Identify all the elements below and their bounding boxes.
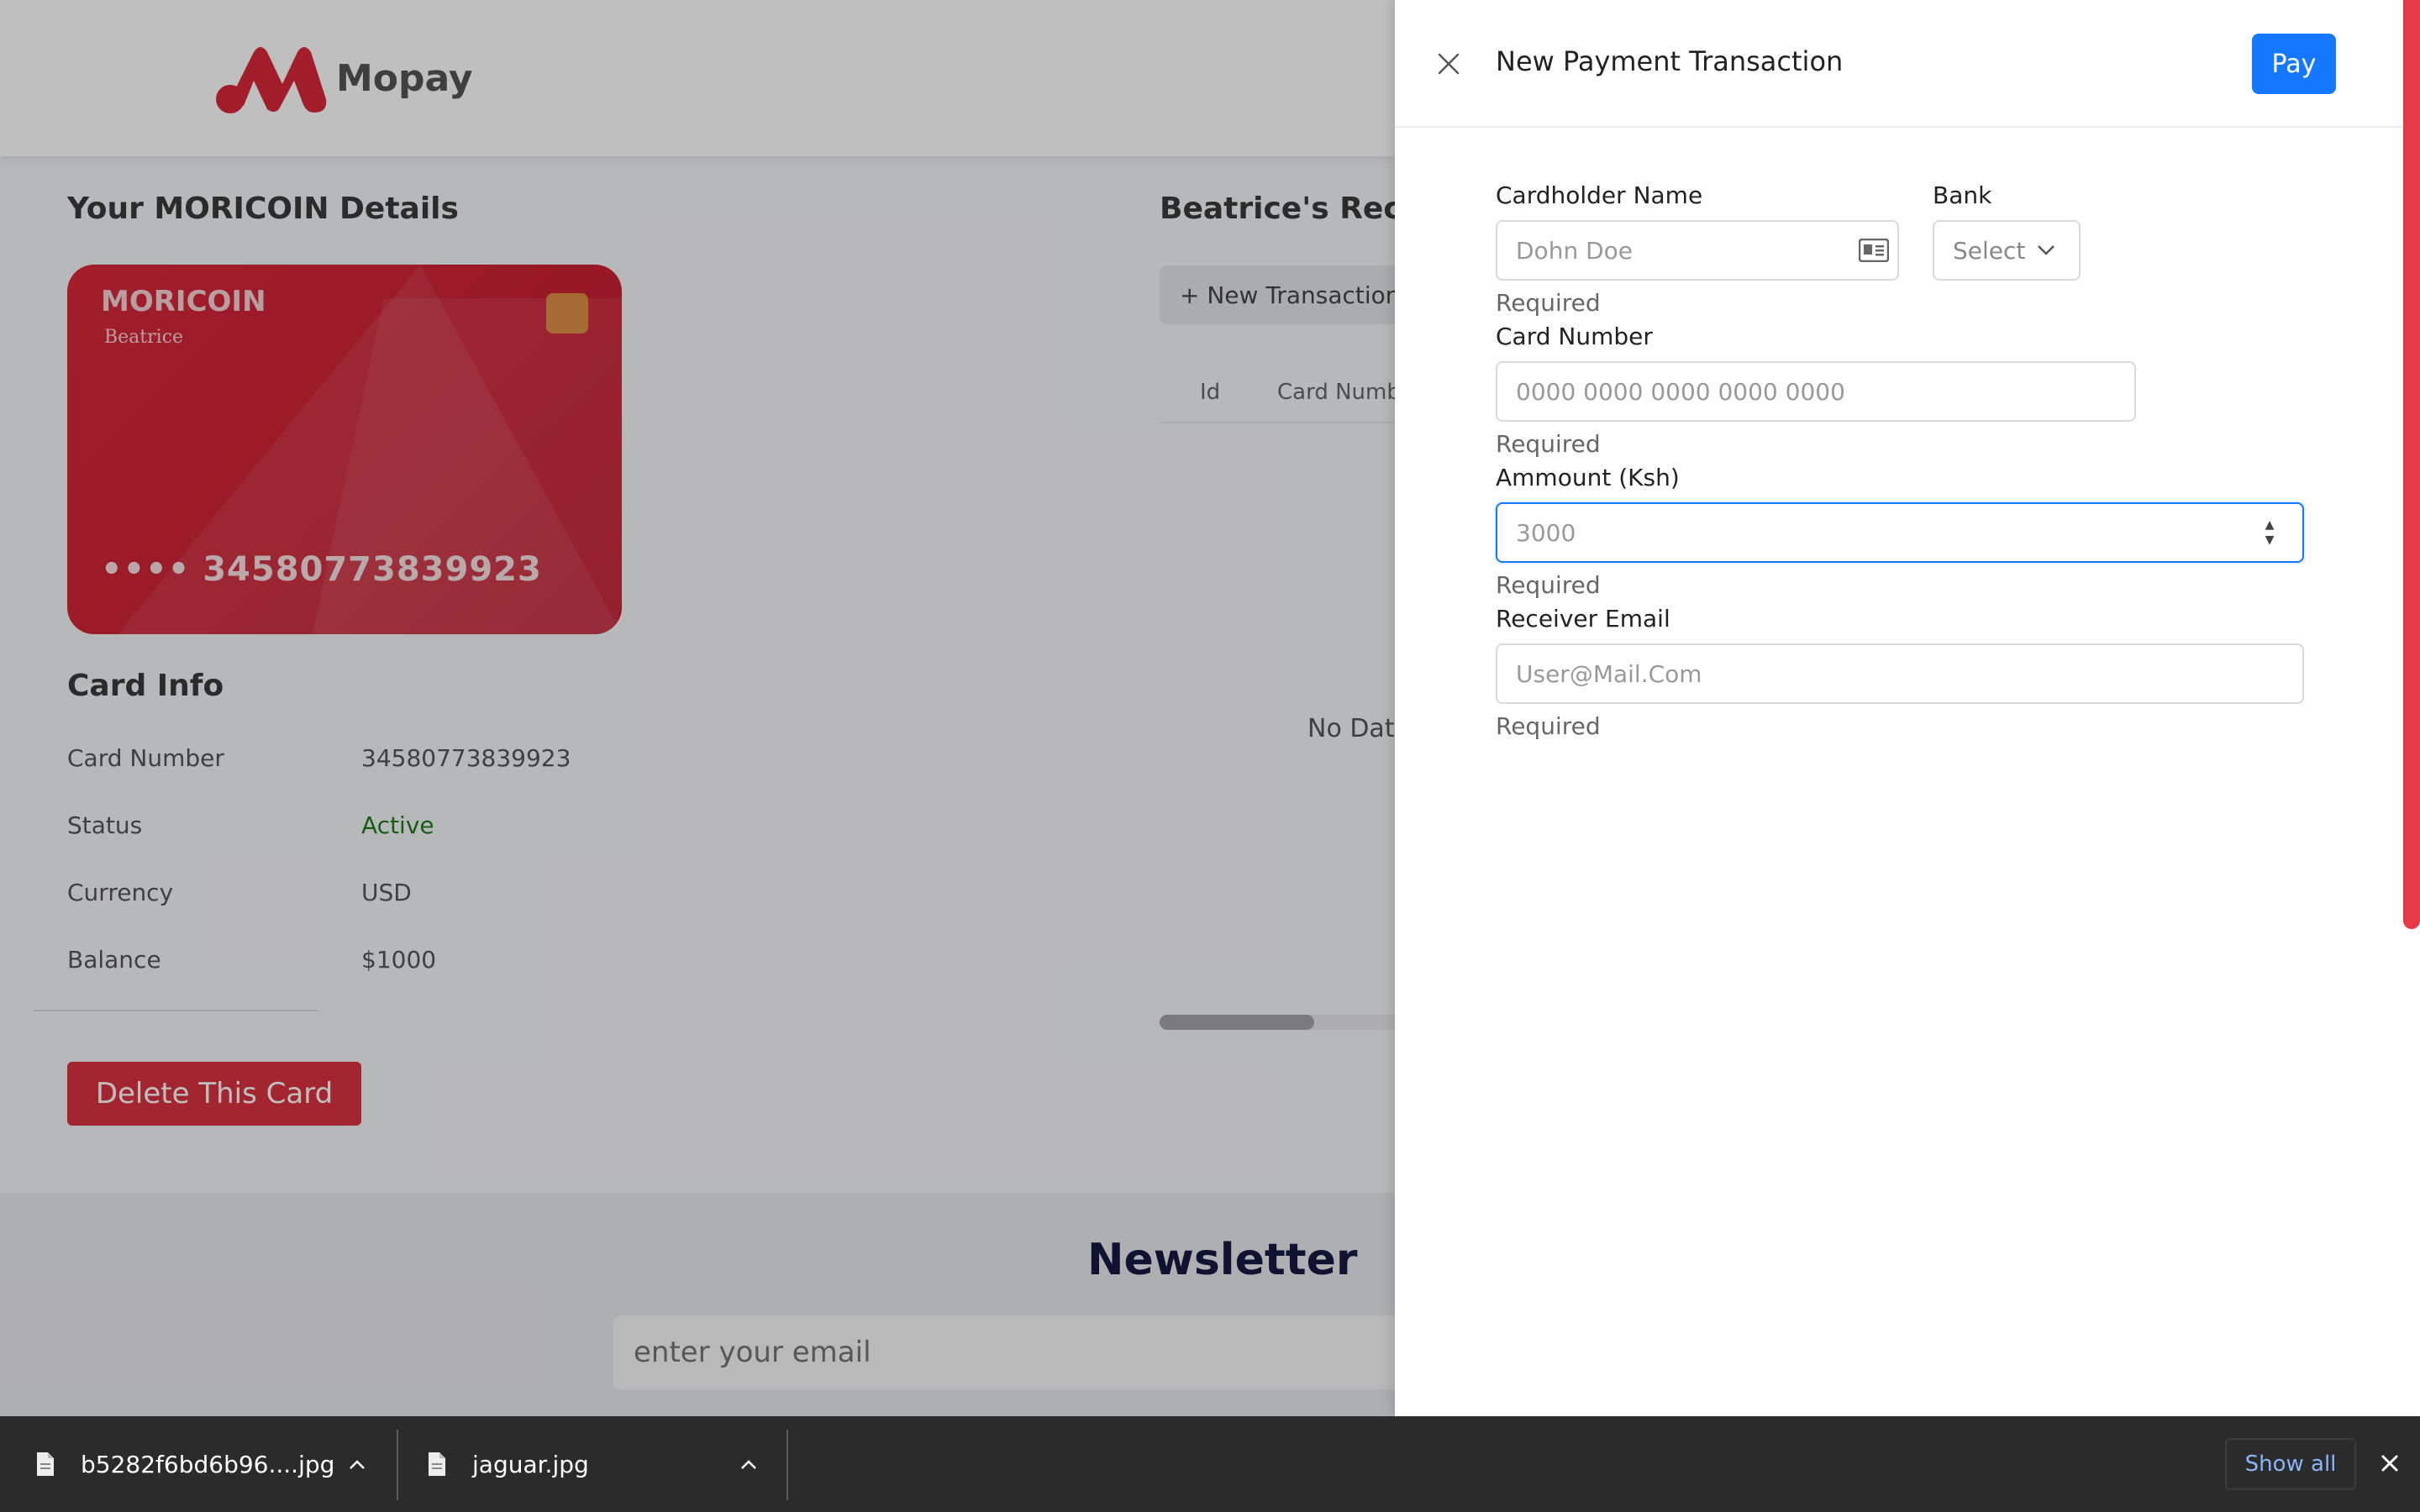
- card-number-hint: Required: [1496, 430, 1601, 458]
- download-separator: [397, 1430, 398, 1500]
- download-item[interactable]: b5282f6bd6b96....jpg: [35, 1416, 334, 1512]
- chevron-down-icon: [2038, 245, 2055, 255]
- receiver-email-input[interactable]: [1496, 643, 2304, 704]
- close-icon[interactable]: [1428, 44, 1469, 84]
- stepper-up-icon[interactable]: ▲: [2265, 517, 2275, 533]
- bank-select-value: Select: [1953, 236, 2026, 265]
- amount-stepper[interactable]: ▲ ▼: [2255, 516, 2284, 549]
- cardholder-name-input[interactable]: [1496, 220, 1899, 281]
- cardholder-hint: Required: [1496, 289, 1601, 317]
- cardholder-label: Cardholder Name: [1496, 181, 1703, 209]
- chevron-up-icon[interactable]: [739, 1416, 758, 1512]
- chevron-up-icon[interactable]: [348, 1416, 366, 1512]
- drawer-title: New Payment Transaction: [1496, 45, 1844, 77]
- amount-input[interactable]: [1496, 502, 2304, 563]
- drawer-header: New Payment Transaction Pay: [1395, 0, 2420, 128]
- file-icon: [429, 1452, 445, 1476]
- modal-overlay[interactable]: [0, 0, 1395, 1416]
- download-file-name: jaguar.jpg: [472, 1450, 589, 1478]
- payment-drawer: New Payment Transaction Pay Cardholder N…: [1395, 0, 2420, 1416]
- amount-hint: Required: [1496, 571, 1601, 599]
- close-icon[interactable]: [2373, 1446, 2407, 1480]
- download-file-name: b5282f6bd6b96....jpg: [81, 1450, 335, 1478]
- id-card-icon: [1859, 239, 1889, 262]
- amount-label: Ammount (Ksh): [1496, 464, 1680, 491]
- downloads-bar: b5282f6bd6b96....jpg jaguar.jpg Show all: [0, 1416, 2420, 1512]
- file-icon: [37, 1452, 54, 1476]
- bank-label: Bank: [1933, 181, 1992, 209]
- download-separator: [786, 1430, 788, 1500]
- card-number-input[interactable]: [1496, 361, 2136, 422]
- receiver-email-hint: Required: [1496, 712, 1601, 740]
- stepper-down-icon[interactable]: ▼: [2265, 533, 2275, 548]
- drawer-scrollbar[interactable]: [2403, 0, 2420, 929]
- receiver-email-label: Receiver Email: [1496, 605, 1670, 633]
- show-all-downloads-button[interactable]: Show all: [2225, 1438, 2356, 1490]
- card-number-label: Card Number: [1496, 323, 1653, 350]
- bank-select[interactable]: Select: [1933, 220, 2081, 281]
- pay-button[interactable]: Pay: [2252, 34, 2336, 94]
- download-item[interactable]: jaguar.jpg: [427, 1416, 589, 1512]
